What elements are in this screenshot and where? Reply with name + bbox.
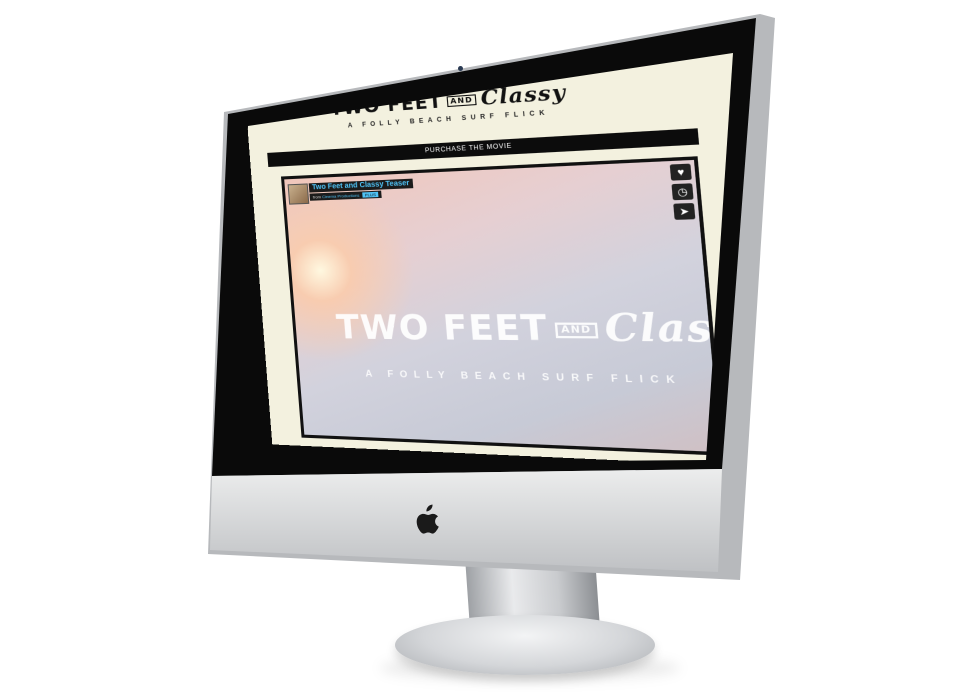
video-side-controls: ♥ ◷ ➤	[669, 163, 696, 224]
overlay-word-2: Classy	[602, 305, 721, 353]
imac-monitor: TWO FEET AND Classy A FOLLY BEACH SURF FLI…	[200, 14, 775, 584]
overlay-word-1: TWO FEET	[334, 306, 550, 350]
paper-plane-icon: ➤	[678, 205, 690, 218]
video-overlay-tagline: A FOLLY BEACH SURF FLICK	[364, 368, 683, 386]
watch-later-button[interactable]: ◷	[671, 183, 694, 201]
logo-and: AND	[446, 94, 477, 108]
imac-stand-base	[395, 615, 655, 675]
video-overlay-title: TWO FEET AND Classy	[334, 305, 720, 353]
video-player[interactable]: Two Feet and Classy Teaser from Cinema P…	[280, 156, 725, 456]
author-avatar[interactable]	[287, 183, 310, 205]
video-byline: from Cinema Productions PLUS	[309, 190, 382, 201]
heart-icon: ♥	[676, 166, 685, 179]
overlay-and: AND	[554, 322, 599, 339]
byline-author-link[interactable]: Cinema Productions	[322, 193, 360, 200]
clock-icon: ◷	[676, 185, 689, 198]
share-button[interactable]: ➤	[673, 202, 696, 220]
apple-logo-icon	[416, 504, 439, 534]
byline-from: from	[312, 194, 322, 200]
like-button[interactable]: ♥	[669, 163, 692, 181]
plus-badge: PLUS	[362, 191, 379, 198]
camera-icon	[458, 66, 463, 71]
video-poster[interactable]: Two Feet and Classy Teaser from Cinema P…	[284, 159, 721, 453]
